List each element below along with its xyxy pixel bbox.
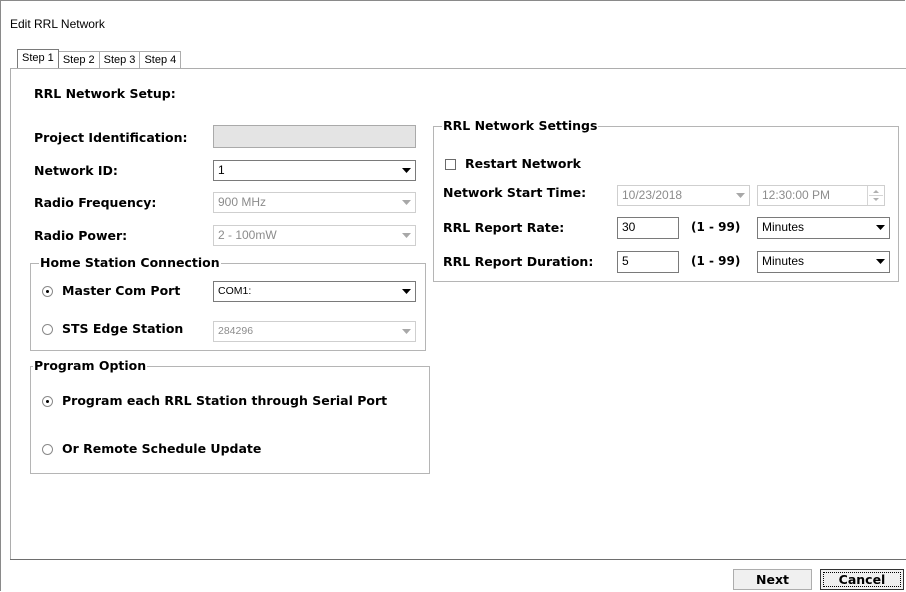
project-id-label: Project Identification:	[34, 130, 188, 145]
start-time-value: 12:30:00 PM	[762, 188, 831, 202]
spin-updown-icon[interactable]	[867, 186, 884, 205]
program-serial-label[interactable]: Program each RRL Station through Serial …	[62, 393, 387, 408]
program-serial-radio[interactable]	[42, 396, 53, 407]
report-duration-unit-value: Minutes	[762, 254, 805, 268]
network-id-dropdown[interactable]: 1	[213, 160, 416, 181]
master-com-radio[interactable]	[42, 286, 53, 297]
chevron-down-icon[interactable]	[398, 322, 415, 341]
network-settings-legend: RRL Network Settings	[442, 118, 599, 133]
report-rate-range: (1 - 99)	[691, 220, 741, 234]
radio-power-label: Radio Power:	[34, 228, 128, 243]
report-rate-unit-value: Minutes	[762, 220, 805, 234]
bottom-divider	[10, 559, 906, 560]
tab-step-4[interactable]: Step 4	[139, 51, 182, 68]
sts-edge-radio[interactable]	[42, 324, 53, 335]
window-title: Edit RRL Network	[10, 17, 105, 31]
report-duration-unit-dropdown[interactable]: Minutes	[757, 251, 890, 273]
chevron-down-icon[interactable]	[872, 218, 889, 237]
radio-power-value: 2 - 100mW	[218, 228, 277, 242]
sts-edge-value: 284296	[218, 325, 254, 337]
report-rate-input[interactable]: 30	[617, 217, 679, 239]
sts-edge-dropdown[interactable]: 284296	[213, 321, 416, 342]
restart-network-label[interactable]: Restart Network	[465, 156, 581, 171]
chevron-down-icon[interactable]	[398, 193, 415, 212]
report-duration-range: (1 - 99)	[691, 254, 741, 268]
tab-strip: Step 1 Step 2 Step 3 Step 4	[17, 49, 182, 68]
report-duration-label: RRL Report Duration:	[443, 254, 594, 269]
chevron-down-icon[interactable]	[398, 282, 415, 301]
tab-step-1[interactable]: Step 1	[17, 49, 59, 68]
remote-schedule-label[interactable]: Or Remote Schedule Update	[62, 441, 261, 456]
program-option-legend: Program Option	[33, 358, 148, 373]
radio-frequency-value: 900 MHz	[218, 195, 267, 209]
report-rate-unit-dropdown[interactable]: Minutes	[757, 217, 890, 239]
project-id-field[interactable]	[213, 125, 416, 148]
master-com-value: COM1:	[218, 285, 252, 297]
network-id-value: 1	[218, 163, 225, 177]
start-time-label: Network Start Time:	[443, 185, 587, 200]
chevron-down-icon[interactable]	[872, 252, 889, 271]
sts-edge-label[interactable]: STS Edge Station	[62, 321, 183, 336]
radio-power-dropdown[interactable]: 2 - 100mW	[213, 225, 416, 246]
restart-network-checkbox[interactable]	[445, 159, 456, 170]
report-rate-label: RRL Report Rate:	[443, 220, 565, 235]
master-com-dropdown[interactable]: COM1:	[213, 281, 416, 302]
radio-frequency-label: Radio Frequency:	[34, 195, 157, 210]
tab-step-2[interactable]: Step 2	[57, 51, 100, 68]
start-time-picker[interactable]: 12:30:00 PM	[757, 185, 885, 206]
home-station-legend: Home Station Connection	[39, 255, 221, 270]
setup-heading: RRL Network Setup:	[34, 86, 176, 101]
report-duration-input[interactable]: 5	[617, 251, 679, 273]
chevron-down-icon[interactable]	[732, 186, 749, 205]
tab-step-3[interactable]: Step 3	[98, 51, 141, 68]
start-date-value: 10/23/2018	[622, 188, 683, 202]
cancel-button[interactable]: Cancel	[820, 569, 904, 590]
start-date-picker[interactable]: 10/23/2018	[617, 185, 750, 206]
chevron-down-icon[interactable]	[398, 161, 415, 180]
program-option-group: Program Option	[30, 358, 430, 474]
remote-schedule-radio[interactable]	[42, 444, 53, 455]
radio-frequency-dropdown[interactable]: 900 MHz	[213, 192, 416, 213]
chevron-down-icon[interactable]	[398, 226, 415, 245]
next-button[interactable]: Next	[733, 569, 812, 590]
network-id-label: Network ID:	[34, 163, 118, 178]
master-com-label[interactable]: Master Com Port	[62, 283, 180, 298]
